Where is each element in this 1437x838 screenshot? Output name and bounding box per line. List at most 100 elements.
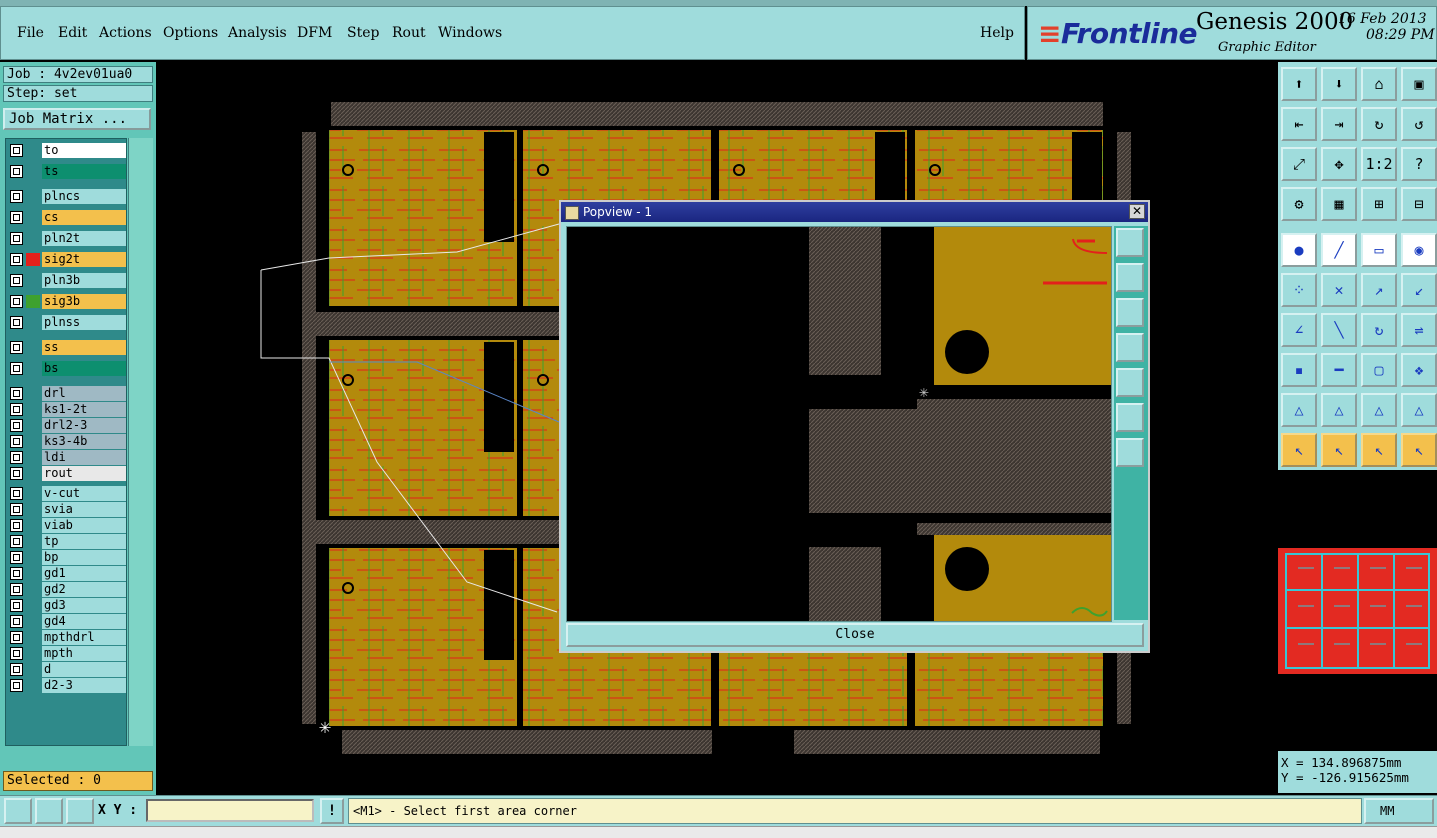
layer-row-cs[interactable]: cs (8, 210, 126, 225)
layer-affected-checkbox[interactable] (10, 362, 23, 375)
layer-name[interactable]: pln3b (42, 273, 126, 288)
layer-affected-checkbox[interactable] (10, 467, 23, 480)
layer-name[interactable]: bs (42, 361, 126, 376)
layer-name[interactable]: gd2 (42, 582, 126, 597)
layer-display-color[interactable] (26, 647, 40, 660)
layer-affected-checkbox[interactable] (10, 435, 23, 448)
layer-name[interactable]: bp (42, 550, 126, 565)
layer-list-scrollbar[interactable] (128, 138, 153, 746)
box-align-button[interactable]: ▢ (1361, 353, 1397, 387)
layer-display-color[interactable] (26, 487, 40, 500)
layer-name[interactable]: d (42, 662, 126, 677)
pointer-circle-button[interactable]: ↖ (1361, 433, 1397, 467)
layer-name[interactable]: ldi (42, 450, 126, 465)
layer-name[interactable]: v-cut (42, 486, 126, 501)
layer-name[interactable]: rout (42, 466, 126, 481)
snap-red-2-button[interactable]: ⊟ (1401, 187, 1437, 221)
pointer-button[interactable]: ↖ (1281, 433, 1317, 467)
layer-name[interactable]: mpthdrl (42, 630, 126, 645)
layer-display-color[interactable] (26, 631, 40, 644)
popview-zoom-in-button[interactable] (1116, 403, 1144, 432)
line-red-button[interactable]: ↗ (1361, 273, 1397, 307)
snap-red-button[interactable]: ⊞ (1361, 187, 1397, 221)
layer-row-bp[interactable]: bp (8, 550, 126, 565)
layer-display-color[interactable] (26, 387, 40, 400)
layer-affected-checkbox[interactable] (10, 232, 23, 245)
zoom-1-2-button[interactable]: 1:2 (1361, 147, 1397, 181)
layer-display-color[interactable] (26, 419, 40, 432)
menu-windows[interactable]: Windows (438, 25, 502, 41)
layer-row-sig3b[interactable]: sig3b (8, 294, 126, 309)
triangle-4-button[interactable]: △ (1401, 393, 1437, 427)
popview-canvas[interactable]: ✳ (566, 226, 1112, 622)
layer-display-color[interactable] (26, 211, 40, 224)
layer-row-mpth[interactable]: mpth (8, 646, 126, 661)
layer-row-sig2t[interactable]: sig2t (8, 252, 126, 267)
triangle-3-button[interactable]: △ (1361, 393, 1397, 427)
pan-right-button[interactable]: ⇥ (1321, 107, 1357, 141)
layer-affected-checkbox[interactable] (10, 535, 23, 548)
layer-name[interactable]: mpth (42, 646, 126, 661)
layer-name[interactable]: to (42, 143, 126, 158)
layer-affected-checkbox[interactable] (10, 165, 23, 178)
layer-row-bs[interactable]: bs (8, 361, 126, 376)
rotate-button[interactable]: ↻ (1361, 313, 1397, 347)
info-button[interactable]: ! (320, 798, 344, 824)
pointer-net-button[interactable]: ↖ (1401, 433, 1437, 467)
layer-row-ks3-4b[interactable]: ks3-4b (8, 434, 126, 449)
layer-affected-checkbox[interactable] (10, 663, 23, 676)
layer-name[interactable]: sig3b (42, 294, 126, 309)
layer-row-drl[interactable]: drl (8, 386, 126, 401)
layer-display-color[interactable] (26, 316, 40, 329)
layer-affected-checkbox[interactable] (10, 403, 23, 416)
units-dropdown[interactable]: MM (1364, 798, 1434, 824)
layer-display-color[interactable] (26, 435, 40, 448)
triangle-1-button[interactable]: △ (1281, 393, 1317, 427)
layer-affected-checkbox[interactable] (10, 190, 23, 203)
layer-row-drl2-3[interactable]: drl2-3 (8, 418, 126, 433)
layer-affected-checkbox[interactable] (10, 144, 23, 157)
layer-display-color[interactable] (26, 451, 40, 464)
snap-button[interactable] (35, 798, 63, 824)
layer-display-color[interactable] (26, 599, 40, 612)
layer-row-ss[interactable]: ss (8, 340, 126, 355)
layer-row-mpthdrl[interactable]: mpthdrl (8, 630, 126, 645)
layer-name[interactable]: ks3-4b (42, 434, 126, 449)
layer-display-color[interactable] (26, 253, 40, 266)
pan-up-button[interactable]: ⬆ (1281, 67, 1317, 101)
layer-row-ldi[interactable]: ldi (8, 450, 126, 465)
menu-help[interactable]: Help (980, 25, 1014, 41)
home-button[interactable]: ⌂ (1361, 67, 1397, 101)
layer-row-svia[interactable]: svia (8, 502, 126, 517)
layer-name[interactable]: plnss (42, 315, 126, 330)
triangle-2-button[interactable]: △ (1321, 393, 1357, 427)
layer-name[interactable]: cs (42, 210, 126, 225)
layer-name[interactable]: d2-3 (42, 678, 126, 693)
cross-button[interactable]: ✕ (1321, 273, 1357, 307)
layer-row-ts[interactable]: ts (8, 164, 126, 179)
layer-row-viab[interactable]: viab (8, 518, 126, 533)
shapes-button[interactable]: ❖ (1401, 353, 1437, 387)
menu-analysis[interactable]: Analysis (228, 25, 287, 41)
grid-button[interactable] (66, 798, 94, 824)
options-button[interactable]: ⚙ (1281, 187, 1317, 221)
layer-display-color[interactable] (26, 362, 40, 375)
zoom-home-button[interactable] (4, 798, 32, 824)
layer-affected-checkbox[interactable] (10, 419, 23, 432)
measure-button[interactable]: ▭ (1361, 233, 1397, 267)
layer-display-color[interactable] (26, 663, 40, 676)
layer-affected-checkbox[interactable] (10, 615, 23, 628)
popview-titlebar[interactable]: Popview - 1 ✕ (561, 202, 1148, 222)
undo-button[interactable]: ↺ (1401, 107, 1437, 141)
layer-display-color[interactable] (26, 295, 40, 308)
pan-down-button[interactable]: ⬇ (1321, 67, 1357, 101)
job-matrix-button[interactable]: Job Matrix ... (3, 108, 151, 130)
layer-display-color[interactable] (26, 519, 40, 532)
layer-affected-checkbox[interactable] (10, 387, 23, 400)
layer-affected-checkbox[interactable] (10, 295, 23, 308)
layer-display-color[interactable] (26, 165, 40, 178)
layer-row-gd4[interactable]: gd4 (8, 614, 126, 629)
layer-display-color[interactable] (26, 567, 40, 580)
layer-name[interactable]: drl2-3 (42, 418, 126, 433)
popview-zoom-window-button[interactable] (1116, 228, 1144, 257)
